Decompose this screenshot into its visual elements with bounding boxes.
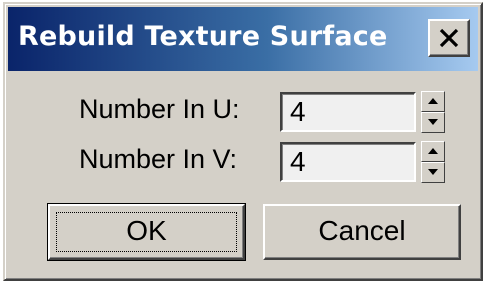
number-in-v-spinner[interactable] — [421, 141, 445, 183]
number-in-v-increment-button[interactable] — [421, 141, 445, 162]
number-in-v-label: Number In V: — [79, 144, 238, 174]
number-in-u-decrement-button[interactable] — [421, 112, 445, 133]
cancel-button[interactable]: Cancel — [263, 204, 461, 260]
number-in-u-label: Number In U: — [79, 94, 240, 124]
cancel-button-label: Cancel — [318, 215, 406, 246]
number-in-u-input[interactable]: 4 — [280, 92, 416, 132]
arrow-up-icon — [428, 98, 438, 104]
number-in-u-spinner[interactable] — [421, 91, 445, 133]
title-bar[interactable]: Rebuild Texture Surface — [8, 7, 478, 71]
number-in-u-increment-button[interactable] — [421, 91, 445, 112]
ok-button[interactable]: OK — [47, 203, 246, 261]
ok-button-label: OK — [126, 215, 167, 246]
number-in-v-input[interactable]: 4 — [280, 142, 416, 182]
arrow-down-icon — [428, 169, 438, 175]
dialog-title: Rebuild Texture Surface — [18, 21, 388, 52]
close-icon — [439, 28, 459, 48]
arrow-down-icon — [428, 119, 438, 125]
number-in-v-decrement-button[interactable] — [421, 162, 445, 183]
close-button[interactable] — [428, 19, 470, 57]
arrow-up-icon — [428, 148, 438, 154]
rebuild-texture-surface-dialog: Rebuild Texture Surface Number In U: 4 N… — [3, 2, 483, 281]
